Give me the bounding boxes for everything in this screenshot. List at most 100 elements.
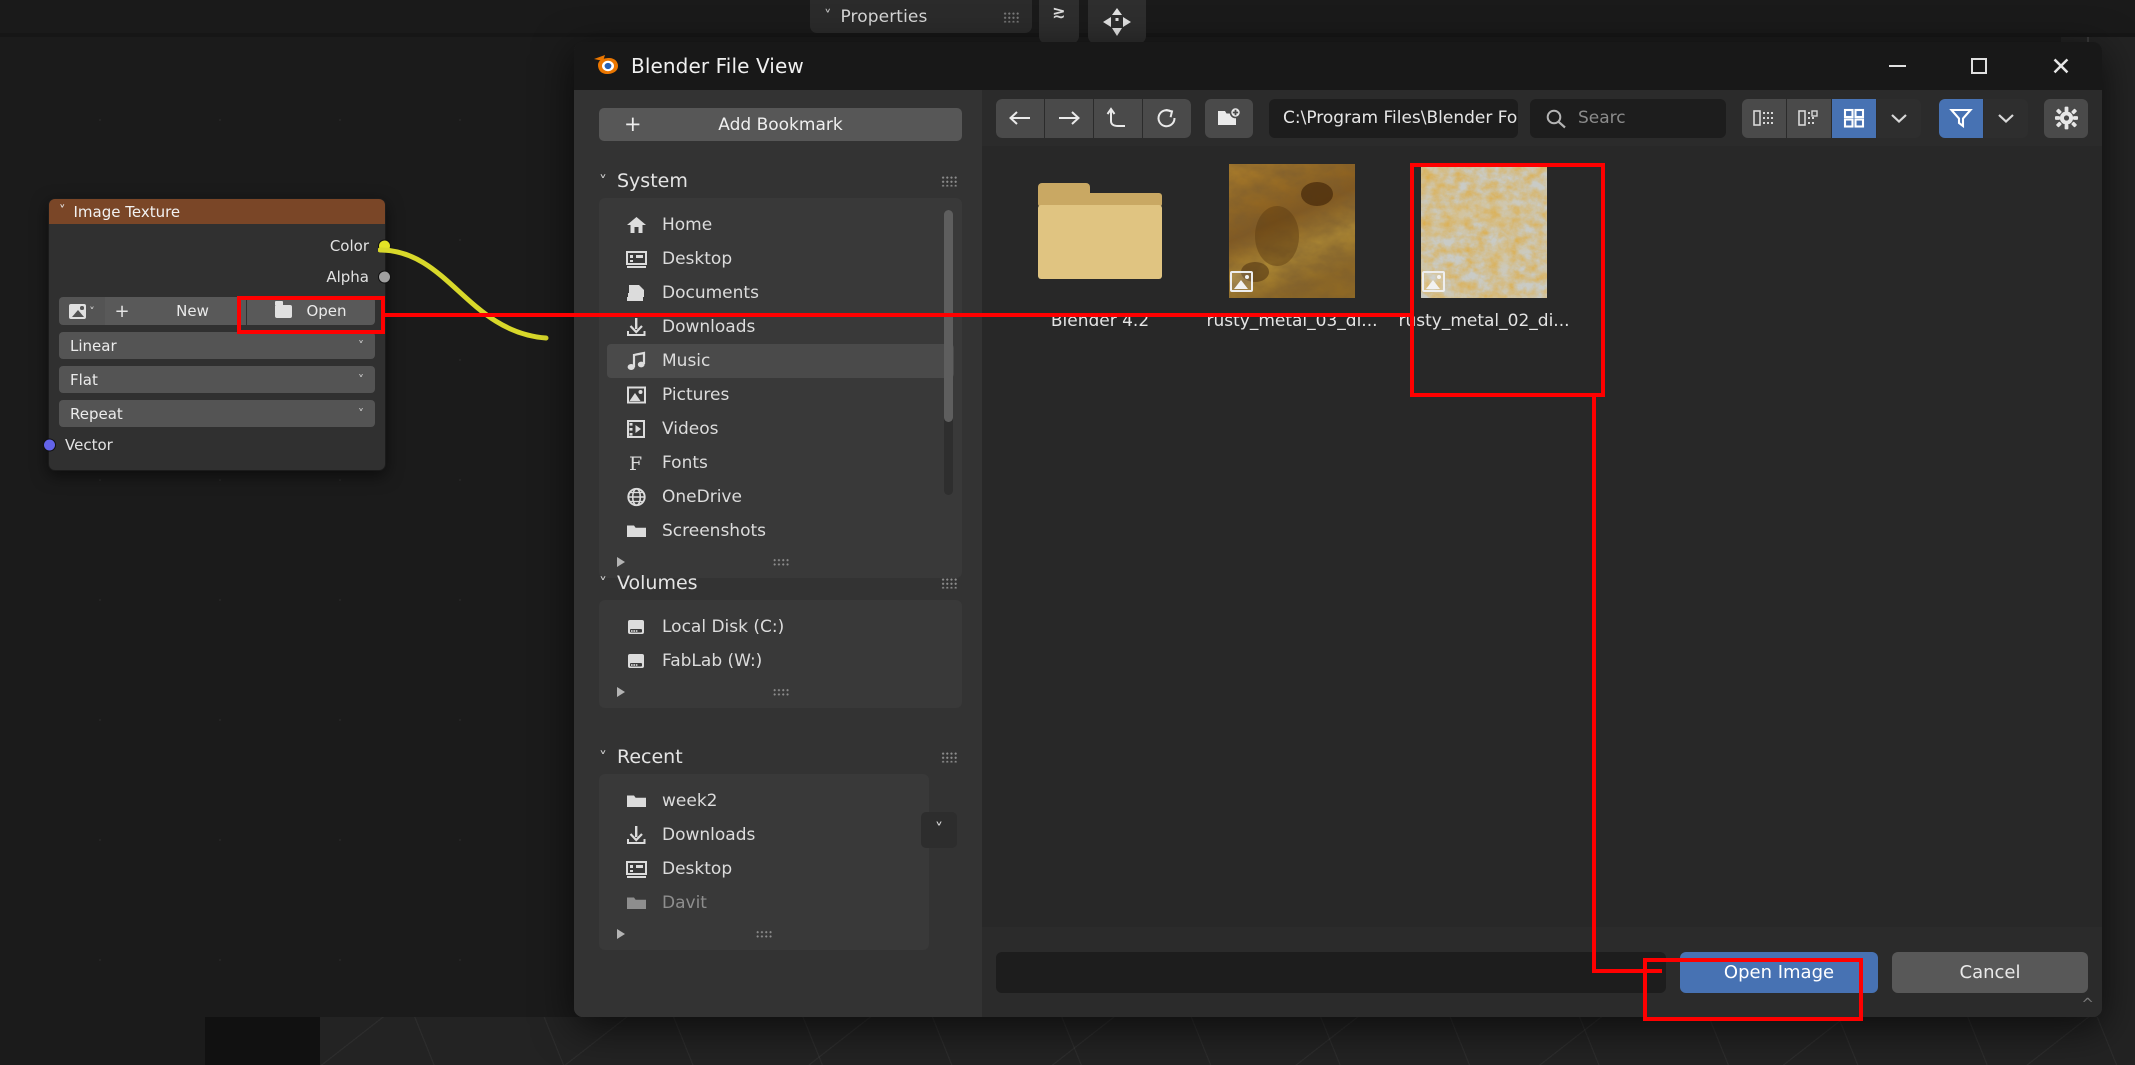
bookmark-item-videos[interactable]: Videos [607,412,954,446]
cancel-button[interactable]: Cancel [1892,951,2088,993]
add-image-button[interactable]: + [105,297,139,325]
bookmark-item-screenshots[interactable]: Screenshots [607,514,954,548]
filter-toggle-button[interactable] [1939,98,1983,138]
file-tile-folder[interactable]: Blender 4.2 [1004,164,1196,331]
file-tile-image-1[interactable]: rusty_metal_03_di... [1196,164,1388,331]
desktop-icon [625,248,648,270]
editor-tab-collapsed[interactable]: ≳ [1039,0,1079,44]
chevron-down-icon: ˅ [358,372,364,387]
expand-triangle-icon[interactable] [617,687,625,697]
path-input[interactable]: C:\Program Files\Blender Foundation\ [1269,98,1518,138]
bookmark-item-home[interactable]: Home [607,208,954,242]
grip-dots-icon[interactable] [1003,11,1020,22]
interpolation-dropdown[interactable]: Linear ˅ [59,332,375,359]
bookmark-item-recent-desktop[interactable]: Desktop [607,852,921,886]
chevron-down-icon[interactable]: ˅ [59,204,66,219]
section-title-system: System [617,170,688,192]
section-header-volumes[interactable]: ˅ Volumes [599,566,962,600]
bookmark-item-pictures[interactable]: Pictures [607,378,954,412]
grip-dots-icon[interactable] [941,751,958,763]
image-texture-node[interactable]: ˅ Image Texture Color Alpha ˅ + New Open… [43,198,391,471]
new-image-button[interactable]: New [139,297,246,325]
file-tile-image-2[interactable]: rusty_metal_02_di... [1388,164,1580,331]
bookmark-item-desktop[interactable]: Desktop [607,242,954,276]
new-folder-button[interactable] [1205,98,1253,138]
video-icon [625,418,648,440]
filter-dropdown-button[interactable] [1984,98,2028,138]
bookmark-item-onedrive[interactable]: OneDrive [607,480,954,514]
viewport-strip-left-pad [0,1017,205,1065]
minimize-button[interactable] [1856,42,1938,90]
grip-dots-icon[interactable] [772,558,789,566]
file-grid-area[interactable]: Blender 4.2 rusty_metal_03_di... rusty_m… [982,146,2102,927]
bookmark-item-fablab-w[interactable]: FabLab (W:) [607,644,954,678]
bookmark-item-local-disk-c[interactable]: Local Disk (C:) [607,610,954,644]
arrow-left-icon [1009,111,1030,125]
socket-color-icon[interactable] [378,239,391,252]
chevron-down-icon: ˅ [358,406,364,421]
browse-image-button[interactable]: ˅ [59,297,105,325]
grip-dots-icon[interactable] [941,577,958,589]
file-browser-settings-button[interactable] [2044,98,2088,138]
node-header[interactable]: ˅ Image Texture [49,199,385,224]
bookmark-item-downloads[interactable]: Downloads [607,310,954,344]
bookmark-item-davit[interactable]: Davit [607,886,921,920]
sidebar-scrollbar-thumb[interactable] [944,210,953,422]
projection-dropdown[interactable]: Flat ˅ [59,366,375,393]
back-button[interactable] [996,98,1044,138]
properties-panel-header[interactable]: ˅ Properties [810,0,1032,33]
move-tool-icon[interactable] [1088,0,1146,44]
display-mode-thumbnail-button[interactable] [1832,98,1876,138]
open-image-confirm-button[interactable]: Open Image [1680,951,1878,993]
dialog-titlebar[interactable]: Blender File View ✕ [574,42,2102,90]
download-icon [625,316,648,338]
blender-file-view-dialog: Blender File View ✕ + Add Bookmark ˅ Sys… [574,42,2102,1017]
recent-expand-button[interactable]: ˅ [921,812,957,848]
bookmark-list-footer-volumes[interactable] [599,678,962,706]
bookmark-item-documents[interactable]: Documents [607,276,954,310]
socket-alpha-icon[interactable] [378,270,391,283]
grip-dots-icon[interactable] [772,688,789,696]
expand-triangle-icon[interactable] [617,929,625,939]
open-image-button[interactable]: Open [247,297,375,325]
extension-value: Repeat [70,404,123,423]
bookmark-item-fonts[interactable]: F Fonts [607,446,954,480]
desktop-icon [625,858,648,880]
socket-vector-icon[interactable] [43,438,56,452]
node-input-vector: Vector [43,430,385,460]
resize-grip-icon[interactable]: ^ [2081,995,2094,1013]
section-header-system[interactable]: ˅ System [599,164,962,198]
forward-button[interactable] [1045,98,1093,138]
filter-group [1939,98,2028,138]
thumbnail-grid-icon [1843,108,1865,128]
bookmark-label: Fonts [662,453,708,473]
arrow-up-parent-icon [1106,107,1125,127]
bookmark-label: Downloads [662,317,756,337]
bookmark-item-week2[interactable]: week2 [607,784,921,818]
bookmarks-section-volumes: ˅ Volumes Local Disk (C:) FabLab (W:) [599,566,962,708]
path-value: C:\Program Files\Blender Foundation\ [1283,108,1518,128]
window-controls: ✕ [1856,42,2102,90]
folder-icon [625,892,648,914]
section-header-recent[interactable]: ˅ Recent [599,740,962,774]
parent-directory-button[interactable] [1094,98,1142,138]
bookmark-item-recent-downloads[interactable]: Downloads [607,818,921,852]
maximize-button[interactable] [1938,42,2020,90]
grip-dots-icon[interactable] [941,175,958,187]
section-title-recent: Recent [617,746,683,768]
bookmark-label: Documents [662,283,759,303]
bookmark-item-music[interactable]: Music [607,344,954,378]
display-mode-dropdown-button[interactable] [1877,98,1921,138]
refresh-button[interactable] [1143,98,1191,138]
bookmark-list-footer-recent[interactable] [599,920,929,948]
extension-dropdown[interactable]: Repeat ˅ [59,400,375,427]
add-bookmark-button[interactable]: + Add Bookmark [599,108,962,141]
grip-dots-icon[interactable] [755,930,773,938]
chevron-down-icon: ˅ [358,338,364,353]
picture-icon [625,384,648,406]
display-mode-vertical-list-button[interactable] [1742,98,1786,138]
display-mode-detail-list-button[interactable] [1787,98,1831,138]
close-button[interactable]: ✕ [2020,42,2102,90]
filename-input[interactable] [996,951,1666,993]
search-input[interactable]: Searc [1530,98,1726,138]
